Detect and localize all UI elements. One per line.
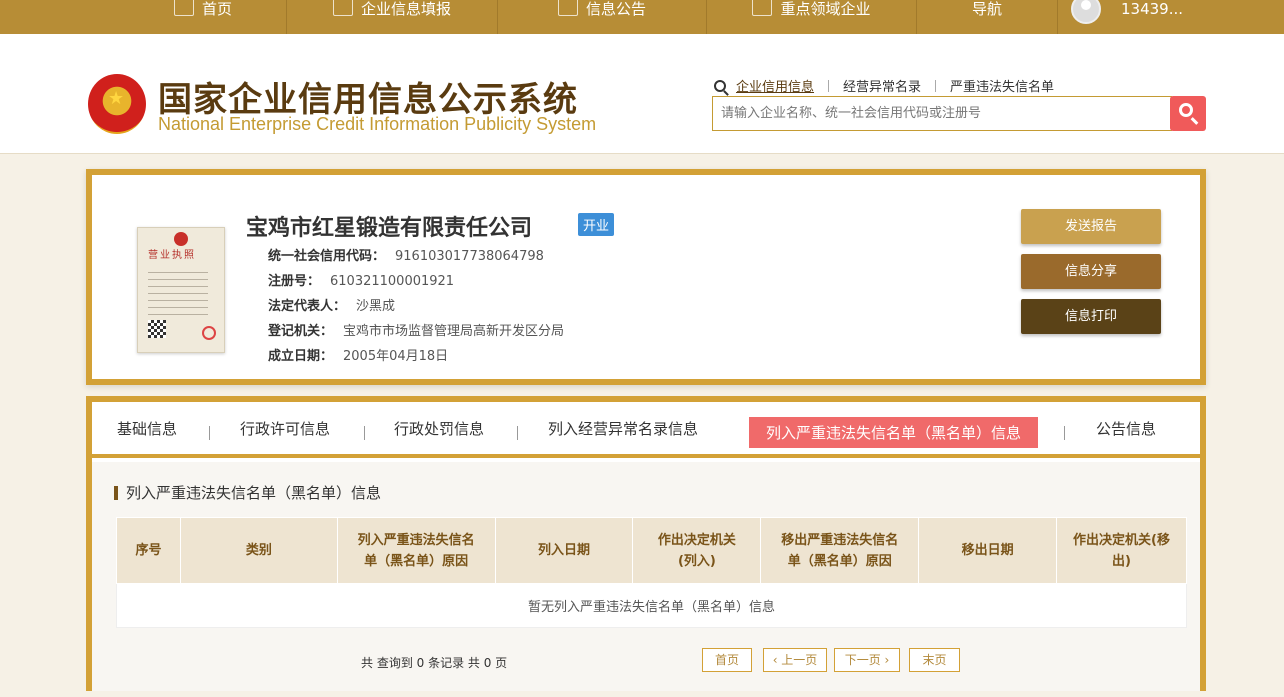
pager-next-button[interactable]: 下一页 › <box>834 648 900 672</box>
pager-first-button[interactable]: 首页 <box>702 648 752 672</box>
nav-notice-label: 信息公告 <box>585 0 646 18</box>
nav-home-label: 首页 <box>201 0 232 18</box>
info-credit-code: 统一社会信用代码： 916103017738064798 <box>268 249 544 264</box>
search-input[interactable]: 请输入企业名称、统一社会信用代码或注册号 <box>712 96 1172 131</box>
col-add-authority: 作出决定机关(列入) <box>632 517 762 584</box>
site-subtitle: National Enterprise Credit Information P… <box>158 114 597 134</box>
national-emblem-logo <box>88 74 146 134</box>
nav-report-label: 企业信息填报 <box>360 0 451 18</box>
tab-penalty[interactable]: 行政处罚信息 <box>394 418 484 439</box>
search-button[interactable] <box>1170 96 1206 131</box>
nav-guide-label: 导航 <box>971 0 1002 18</box>
search-type-tabs: 企业信用信息 经营异常名录 严重违法失信名单 <box>714 76 1068 95</box>
tab-announcement[interactable]: 公告信息 <box>1096 418 1156 439</box>
print-info-button[interactable]: 信息打印 <box>1021 299 1161 334</box>
pen-icon <box>332 0 353 16</box>
speaker-icon <box>752 0 773 16</box>
document-icon <box>557 0 578 16</box>
nav-report[interactable]: 企业信息填报 <box>287 0 497 34</box>
send-report-button[interactable]: 发送报告 <box>1021 209 1161 244</box>
share-info-button[interactable]: 信息分享 <box>1021 254 1161 289</box>
tab-blacklist[interactable]: 列入严重违法失信名单（黑名单）信息 <box>749 417 1039 448</box>
info-reg-no: 注册号： 610321100001921 <box>268 274 455 289</box>
company-name: 宝鸡市红星锻造有限责任公司 <box>246 216 533 241</box>
nav-notice[interactable]: 信息公告 <box>498 0 706 34</box>
qr-code-icon <box>148 320 166 338</box>
tab-license[interactable]: 行政许可信息 <box>240 418 330 439</box>
nav-divider <box>1057 0 1058 34</box>
col-add-date: 列入日期 <box>494 517 634 584</box>
col-category: 类别 <box>179 517 338 584</box>
monitor-icon <box>173 0 194 16</box>
pager-last-button[interactable]: 末页 <box>909 648 960 672</box>
search-icon <box>1179 103 1193 117</box>
info-tabs: 基础信息 行政许可信息 行政处罚信息 列入经营异常名录信息 列入严重违法失信名单… <box>92 402 1200 458</box>
col-index: 序号 <box>116 517 181 584</box>
search-tab-blacklist[interactable]: 严重违法失信名单 <box>936 76 1068 95</box>
tab-abnormal[interactable]: 列入经营异常名录信息 <box>548 418 698 439</box>
section-title: 列入严重违法失信名单（黑名单）信息 <box>114 486 381 501</box>
search-tab-abnormal[interactable]: 经营异常名录 <box>829 76 935 95</box>
nav-home[interactable]: 首页 <box>120 0 286 34</box>
pager-summary: 共 查询到 0 条记录 共 0 页 <box>361 656 508 670</box>
col-remove-reason: 移出严重违法失信名单（黑名单）原因 <box>760 517 920 584</box>
search-tab-credit[interactable]: 企业信用信息 <box>736 76 828 95</box>
nav-key-enterprises[interactable]: 重点领域企业 <box>707 0 916 34</box>
stamp-icon <box>202 326 216 340</box>
col-remove-authority: 作出决定机关(移出) <box>1056 517 1187 584</box>
top-nav: 首页 企业信息填报 信息公告 重点领域企业 导航 13439... <box>0 0 1284 34</box>
blacklist-section: 列入严重违法失信名单（黑名单）信息 序号 类别 列入严重违法失信名单（黑名单）原… <box>92 462 1200 691</box>
status-badge: 开业 <box>578 213 615 236</box>
info-est-date: 成立日期： 2005年04月18日 <box>268 349 449 364</box>
detail-panel: 基础信息 行政许可信息 行政处罚信息 列入经营异常名录信息 列入严重违法失信名单… <box>86 396 1206 691</box>
pager-prev-button[interactable]: ‹ 上一页 <box>763 648 827 672</box>
company-card: 营业执照 宝鸡市红星锻造有限责任公司 开业 统一社会信用代码： 916103017… <box>86 169 1206 385</box>
table-row: 暂无列入严重违法失信名单（黑名单）信息 <box>116 583 1187 628</box>
business-license-image[interactable]: 营业执照 <box>137 227 225 353</box>
nav-key-label: 重点领域企业 <box>780 0 871 18</box>
avatar[interactable] <box>1071 0 1101 24</box>
tab-basic[interactable]: 基础信息 <box>117 418 177 439</box>
search-icon <box>714 79 726 92</box>
empty-message: 暂无列入严重违法失信名单（黑名单）信息 <box>116 583 1187 628</box>
nav-guide[interactable]: 导航 <box>917 0 1057 34</box>
col-add-reason: 列入严重违法失信名单（黑名单）原因 <box>336 517 496 584</box>
col-remove-date: 移出日期 <box>918 517 1058 584</box>
user-name[interactable]: 13439... <box>1120 0 1184 34</box>
info-reg-authority: 登记机关： 宝鸡市市场监督管理局高新开发区分局 <box>268 324 565 339</box>
license-title: 营业执照 <box>148 250 196 261</box>
blacklist-table: 序号 类别 列入严重违法失信名单（黑名单）原因 列入日期 作出决定机关(列入) … <box>116 517 1187 628</box>
user-name-label: 13439... <box>1120 0 1184 18</box>
info-legal-rep: 法定代表人： 沙黑成 <box>268 299 396 314</box>
